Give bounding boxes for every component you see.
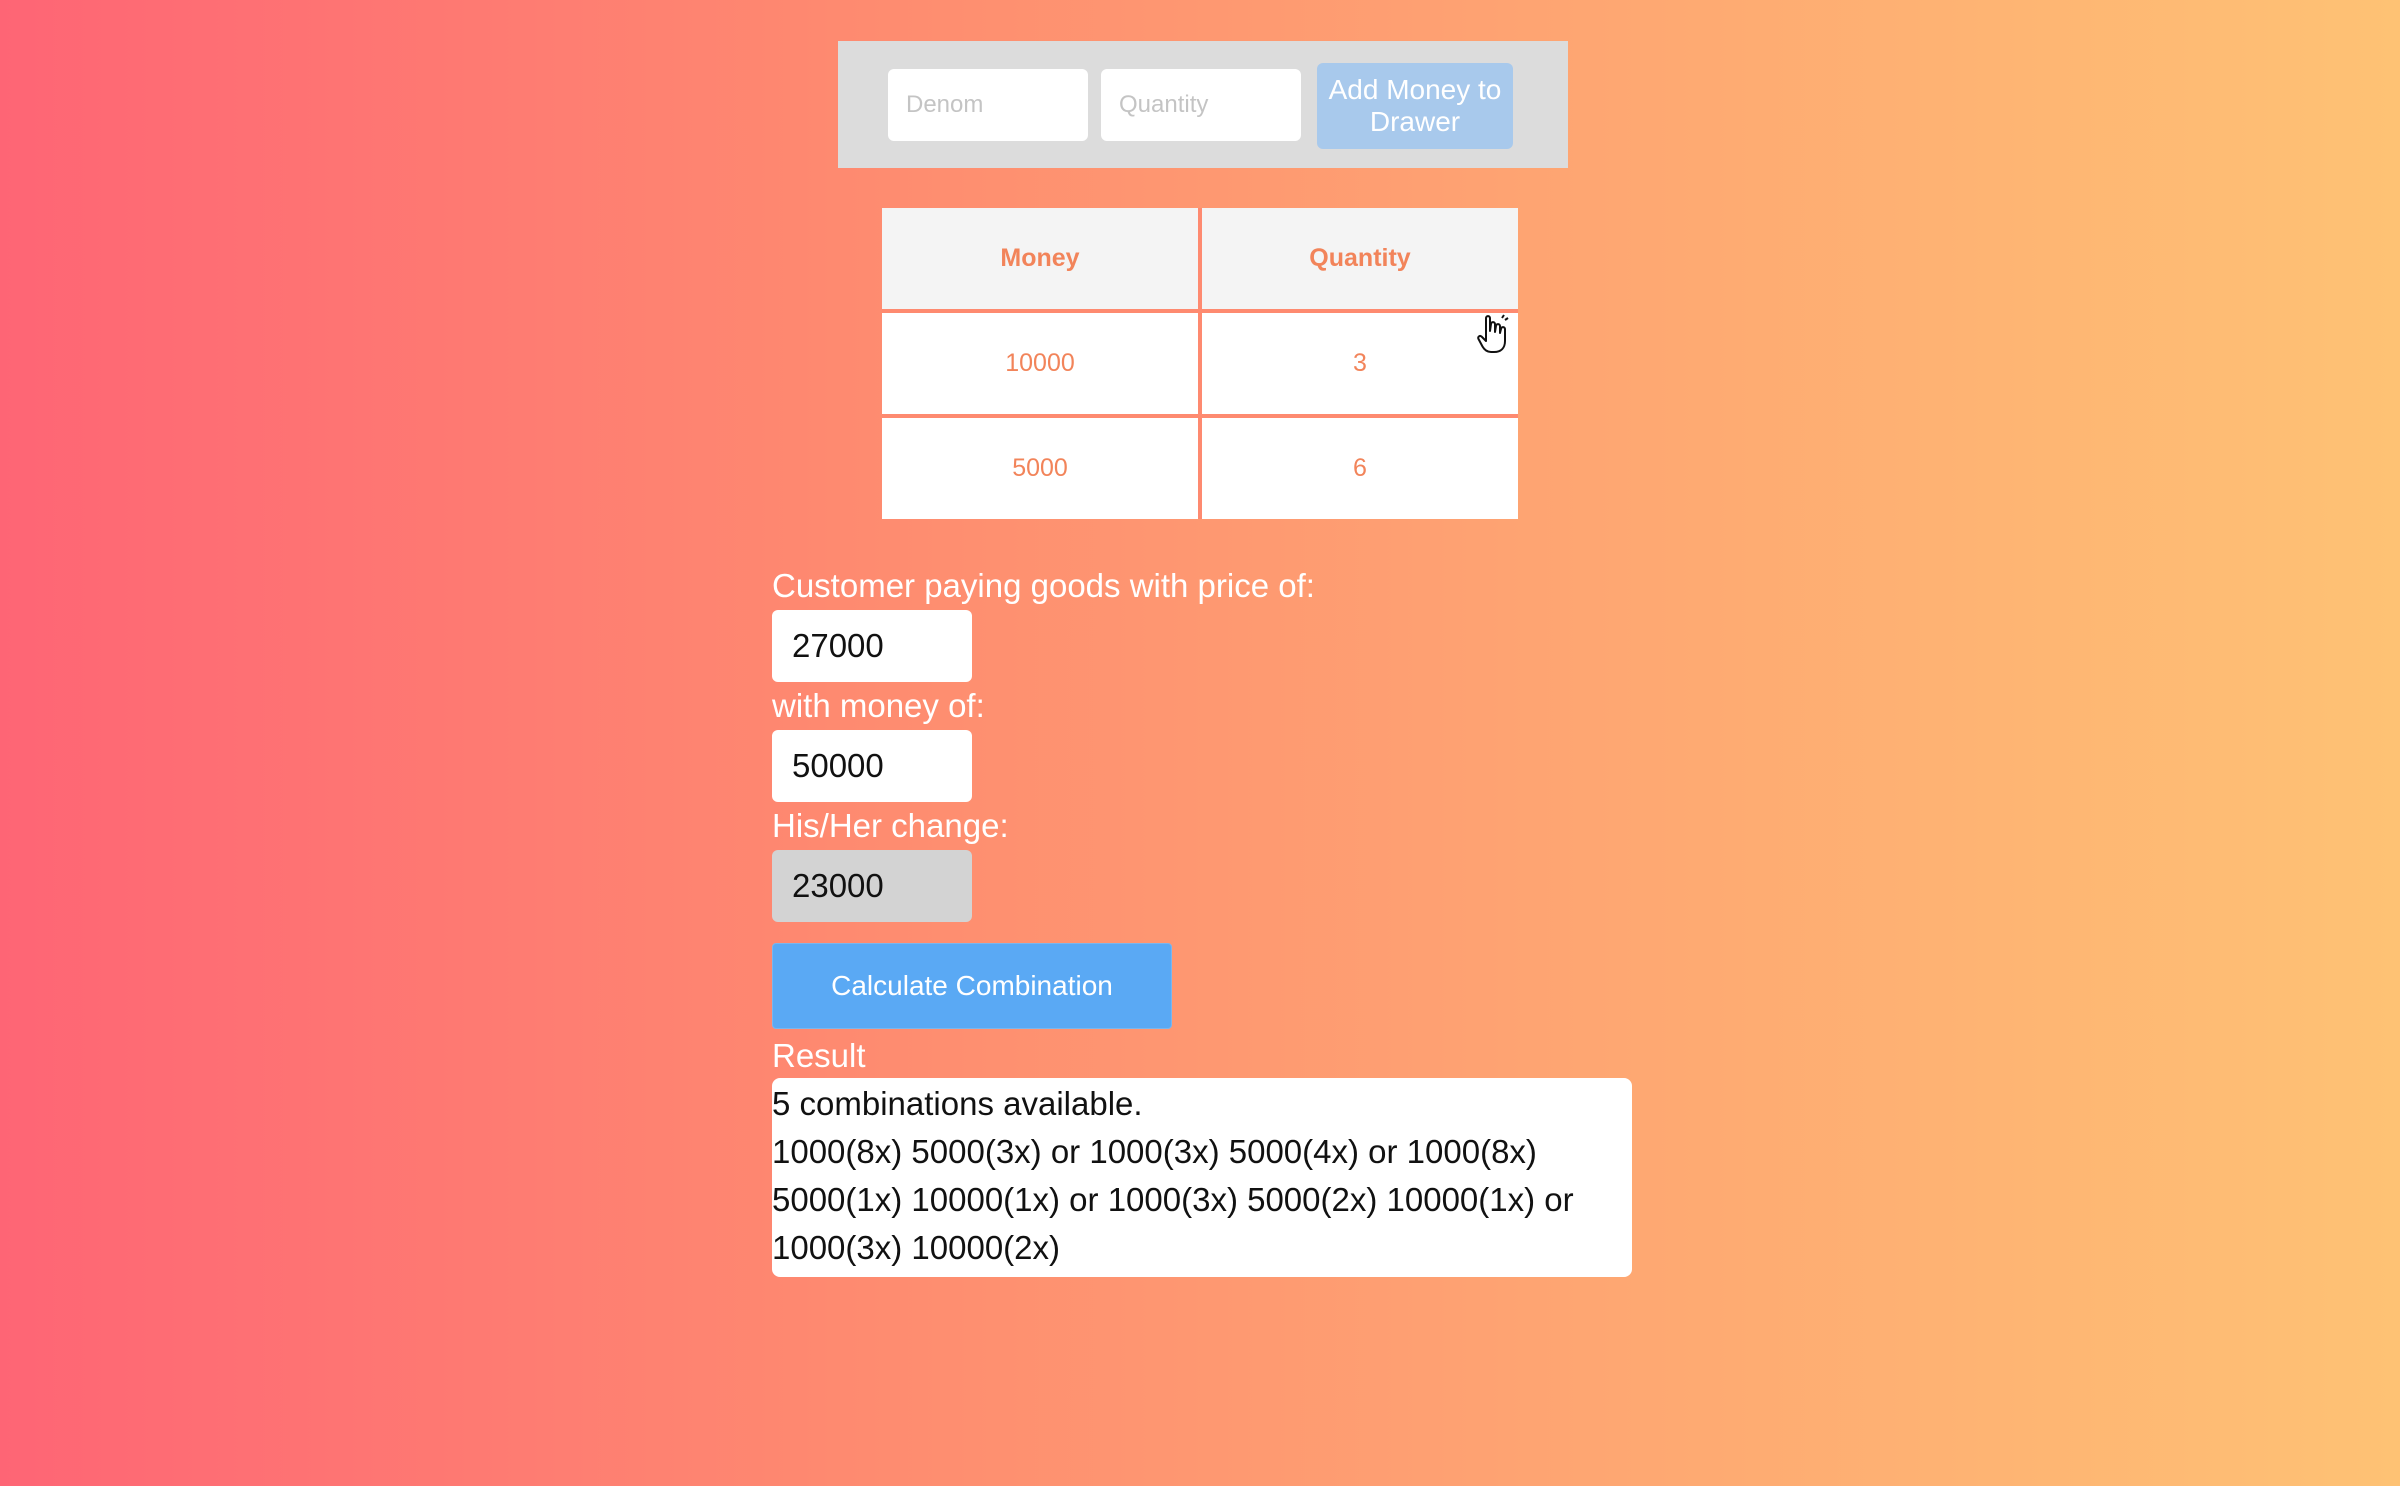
price-input[interactable] — [772, 610, 972, 682]
table-row: 10000 3 — [882, 313, 1518, 418]
result-summary: 5 combinations available. — [772, 1085, 1143, 1122]
result-combinations: 1000(8x) 5000(3x) or 1000(3x) 5000(4x) o… — [772, 1133, 1574, 1266]
result-box: 5 combinations available. 1000(8x) 5000(… — [772, 1078, 1632, 1277]
column-header-quantity: Quantity — [1202, 208, 1518, 313]
change-label: His/Her change: — [772, 807, 1009, 844]
change-output-field — [772, 850, 972, 922]
money-paid-input[interactable] — [772, 730, 972, 802]
table-row: 5000 6 — [882, 418, 1518, 519]
quantity-cell: 3 — [1202, 313, 1518, 418]
money-paid-label: with money of: — [772, 687, 985, 724]
column-header-money: Money — [882, 208, 1202, 313]
money-drawer-table: Money Quantity 10000 3 5000 6 — [882, 208, 1518, 519]
quantity-input[interactable] — [1101, 69, 1301, 141]
money-cell: 5000 — [882, 418, 1202, 519]
hand-pointer-icon — [1477, 314, 1509, 353]
price-label: Customer paying goods with price of: — [772, 567, 1315, 604]
add-money-button[interactable]: Add Money to Drawer — [1317, 63, 1513, 149]
result-label: Result — [772, 1037, 866, 1074]
quantity-cell: 6 — [1202, 418, 1518, 519]
denom-input[interactable] — [888, 69, 1088, 141]
table-header-row: Money Quantity — [882, 208, 1518, 313]
add-money-form: Add Money to Drawer — [838, 41, 1568, 168]
money-cell: 10000 — [882, 313, 1202, 418]
calculate-combination-button[interactable]: Calculate Combination — [772, 943, 1172, 1029]
